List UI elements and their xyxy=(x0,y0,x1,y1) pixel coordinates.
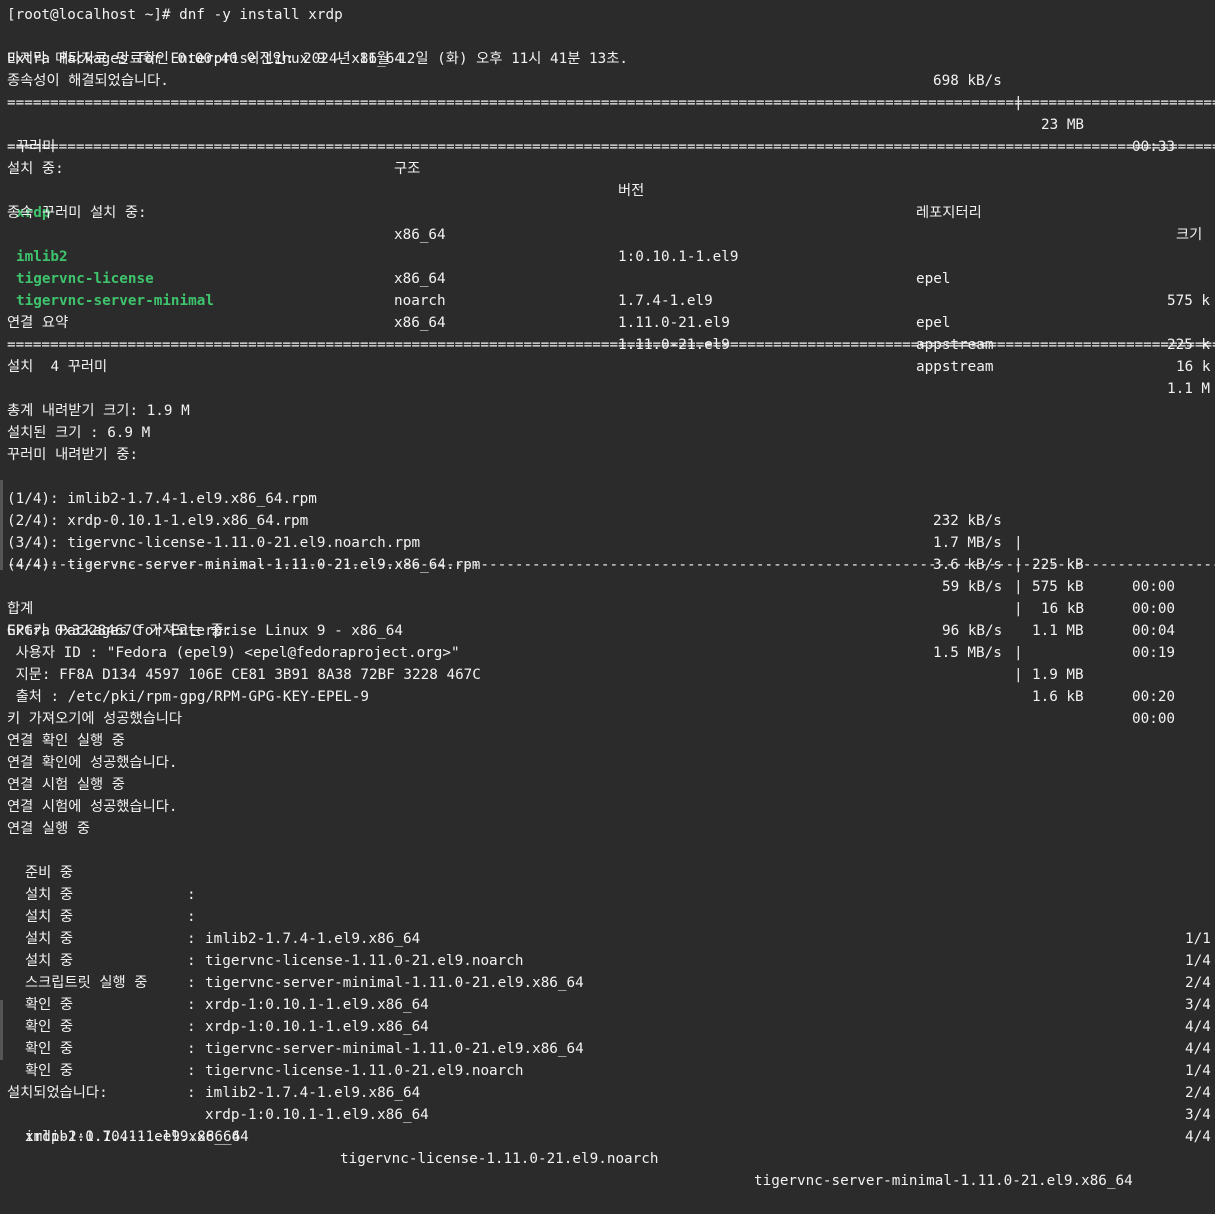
installing-label: 설치 중: xyxy=(7,161,64,177)
epel-time: 00:00 xyxy=(1132,711,1176,727)
download-row: (3/4): tigervnc-license-1.11.0-21.el9.no… xyxy=(0,510,1215,639)
repo-speed: 698 kB/s xyxy=(933,73,1002,89)
download-size: 1.1 MB xyxy=(1032,623,1084,639)
step-colon: : xyxy=(187,1063,196,1079)
epel-row: Extra Packages for Enterprise Linux 9 - … xyxy=(0,598,1215,727)
download-time: 00:04 xyxy=(1132,623,1176,639)
total-row: 합계 96 kB/s | 1.9 MB 00:20 xyxy=(0,576,1215,705)
step-count: 2/4 xyxy=(1185,1085,1211,1101)
step-label: 확인 중 xyxy=(25,1063,74,1079)
step-row: 확인 중 : tigervnc-license-1.11.0-21.el9.no… xyxy=(0,994,1215,1101)
step-row: 설치 중 : tigervnc-server-minimal-1.11.0-21… xyxy=(0,906,1215,1013)
gpg-user-id: 사용자 ID : "Fedora (epel9) <epel@fedorapro… xyxy=(7,645,460,661)
transaction-running: 연결 실행 중 xyxy=(7,821,90,837)
download-time: 00:19 xyxy=(1132,645,1176,661)
step-package: imlib2-1.7.4-1.el9.x86_64 xyxy=(205,1085,421,1101)
total-speed: 96 kB/s xyxy=(942,623,1003,639)
step-count: 1/4 xyxy=(1185,1063,1211,1079)
gpg-import-line: GPG키 0x3228467C 가져오는 중: xyxy=(7,623,233,639)
summary-title: 연결 요약 xyxy=(7,315,69,331)
step-row: 확인 중 : tigervnc-server-minimal-1.11.0-21… xyxy=(0,972,1215,1079)
transaction-test-success: 연결 시험에 성공했습니다. xyxy=(7,799,178,815)
step-package: tigervnc-license-1.11.0-21.el9.noarch xyxy=(205,1063,524,1079)
header-repo: 레포지터리 xyxy=(916,205,982,221)
dash-rule: ----------------------------------------… xyxy=(7,557,1215,573)
table-header: 꾸러미 구조 버전 레포지터리 크기 xyxy=(0,114,1215,243)
step-row: 설치 중 : imlib2-1.7.4-1.el9.x86_64 1/4 xyxy=(0,862,1215,969)
download-row: (1/4): imlib2-1.7.4-1.el9.x86_64.rpm 232… xyxy=(0,466,1215,595)
double-rule: ========================================… xyxy=(7,139,1215,155)
package-arch: x86_64 xyxy=(394,315,446,331)
repo-download-line: Extra Packages for Enterprise Linux 9 - … xyxy=(0,26,1215,155)
install-count: 설치 4 꾸러미 xyxy=(7,359,108,375)
double-rule: ========================================… xyxy=(7,337,1215,353)
step-row: 확인 중 : xrdp-1:0.10.1-1.el9.x86_64 4/4 xyxy=(0,1038,1215,1145)
installed-item: tigervnc-license-1.11.0-21.el9.noarch xyxy=(340,1151,659,1167)
gpg-source: 출처 : /etc/pki/rpm-gpg/RPM-GPG-KEY-EPEL-9 xyxy=(7,689,369,705)
package-size: 1.1 M xyxy=(1167,381,1211,397)
command-line: [root@localhost ~]# dnf -y install xrdp xyxy=(7,4,343,26)
downloading-label: 꾸러미 내려받기 중: xyxy=(7,447,139,463)
package-version: 1.11.0-21.el9 xyxy=(618,315,730,331)
epel-speed: 1.5 MB/s xyxy=(933,645,1002,661)
gpg-fingerprint: 지문: FF8A D134 4597 106E CE81 3B91 8A38 7… xyxy=(7,667,481,683)
separator: | xyxy=(1014,667,1023,683)
step-row: 설치 중 : xrdp-1:0.10.1-1.el9.x86_64 4/4 xyxy=(0,928,1215,1035)
table-row: imlib2 x86_64 1.7.4-1.el9 epel 225 k xyxy=(0,224,1215,353)
total-time: 00:20 xyxy=(1132,689,1176,705)
installed-item: xrdp-1:0.10.1-1.el9.x86_64 xyxy=(25,1129,249,1145)
step-row: 확인 중 : imlib2-1.7.4-1.el9.x86_64 3/4 xyxy=(0,1016,1215,1123)
deps-resolved-line: 종속성이 해결되었습니다. xyxy=(7,73,169,89)
package-size: 16 k xyxy=(1176,359,1211,375)
package-version: 1.7.4-1.el9 xyxy=(618,293,713,309)
installed-item: tigervnc-server-minimal-1.11.0-21.el9.x8… xyxy=(754,1173,1133,1189)
table-row: xrdp x86_64 1:0.10.1-1.el9 epel 575 k xyxy=(0,180,1215,309)
package-repo: appstream xyxy=(916,359,994,375)
download-row: (4/4): tigervnc-server-minimal-1.11.0-21… xyxy=(0,532,1215,661)
installed-label: 설치되었습니다: xyxy=(7,1085,108,1101)
deps-label: 종속 꾸러미 설치 중: xyxy=(7,205,147,221)
package-size: 575 k xyxy=(1167,293,1211,309)
command-text: dnf -y install xrdp xyxy=(179,7,343,23)
step-colon: : xyxy=(187,1085,196,1101)
step-row: 설치 중 : tigervnc-license-1.11.0-21.el9.no… xyxy=(0,884,1215,991)
double-rule: ========================================… xyxy=(7,95,1215,111)
installed-size: 설치된 크기 : 6.9 M xyxy=(7,425,151,441)
step-count: 4/4 xyxy=(1185,1129,1211,1145)
key-import-success: 키 가져오기에 성공했습니다 xyxy=(7,711,183,727)
header-arch: 구조 xyxy=(394,161,421,177)
shell-prompt: [root@localhost ~]# xyxy=(7,7,171,23)
transaction-test: 연결 시험 실행 중 xyxy=(7,777,125,793)
transaction-check: 연결 확인 실행 중 xyxy=(7,733,125,749)
epel-size: 1.6 kB xyxy=(1032,689,1084,705)
installed-list: imlib2-1.7.4-1.el9.x86_64 tigervnc-licen… xyxy=(0,1104,1215,1189)
package-arch: noarch xyxy=(394,293,446,309)
step-row: 준비 중 : 1/1 xyxy=(0,840,1215,947)
transaction-check-success: 연결 확인에 성공했습니다. xyxy=(7,755,178,771)
total-size: 1.9 MB xyxy=(1032,667,1084,683)
package-name: tigervnc-server-minimal xyxy=(16,293,214,309)
step-row: 스크립트릿 실행 중 : xrdp-1:0.10.1-1.el9.x86_64 … xyxy=(0,950,1215,1057)
table-row: tigervnc-license noarch 1.11.0-21.el9 ap… xyxy=(0,246,1215,375)
package-repo: epel xyxy=(916,315,951,331)
separator: | xyxy=(1014,645,1023,661)
terminal-window[interactable]: [root@localhost ~]# dnf -y install xrdp … xyxy=(0,0,1215,1189)
table-row: tigervnc-server-minimal x86_64 1.11.0-21… xyxy=(0,268,1215,397)
metadata-expiry-line: 마지막 메타자료 만료확인 0:00:40 이전인: 2024년 11월 12일… xyxy=(7,51,628,67)
download-row: (2/4): xrdp-0.10.1-1.el9.x86_64.rpm 1.7 … xyxy=(0,488,1215,617)
total-download-size: 총계 내려받기 크기: 1.9 M xyxy=(7,403,190,419)
